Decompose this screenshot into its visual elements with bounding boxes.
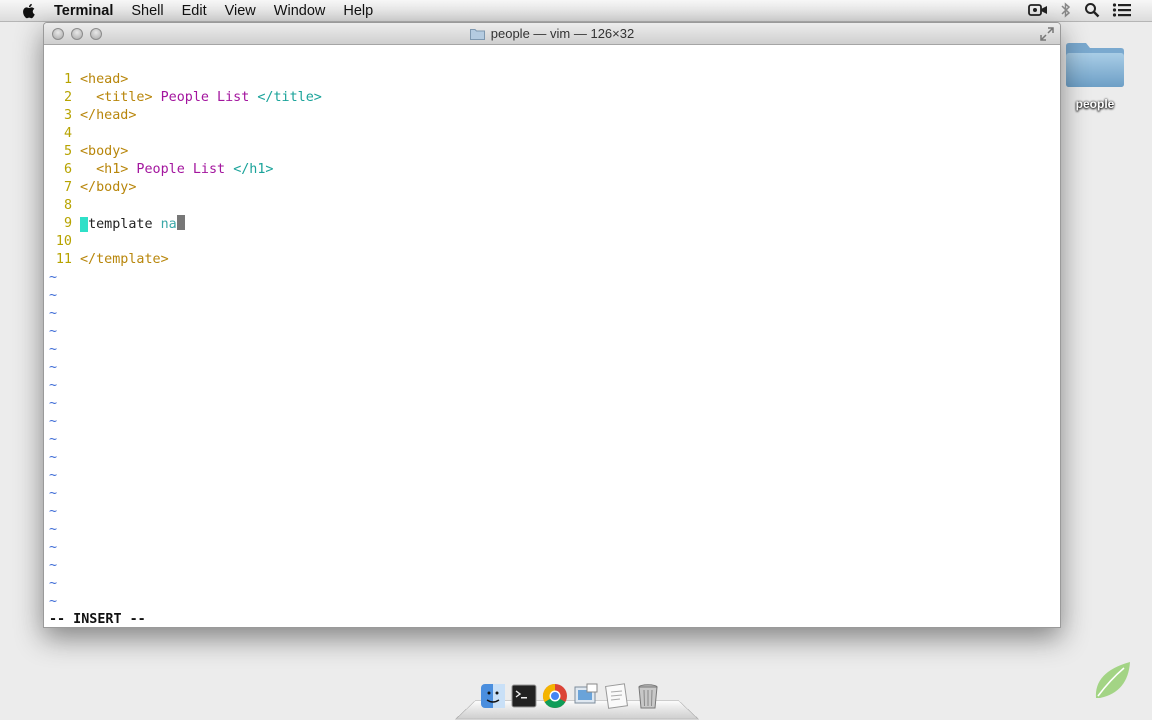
empty-line-tilde: ~: [49, 594, 58, 609]
code-token: <body>: [80, 144, 129, 159]
code-token: People List: [152, 90, 258, 105]
code-token: <h1>: [96, 162, 129, 177]
editor-line: 6 <h1> People List </h1>: [44, 161, 274, 179]
code-token: <head>: [80, 72, 129, 87]
code-token: </h1>: [233, 162, 274, 177]
desktop-folder-label: people: [1075, 97, 1115, 111]
empty-line-tilde: ~: [49, 342, 58, 357]
folder-icon: [1066, 43, 1124, 87]
trash-icon[interactable]: [635, 682, 661, 710]
code-token: </title>: [257, 90, 322, 105]
code-token: na: [160, 217, 177, 232]
desktop-folder-people[interactable]: people: [1060, 38, 1130, 111]
empty-line-tilde: ~: [49, 288, 58, 303]
window-title: people — vim — 126×32: [490, 26, 635, 41]
editor-line: 2 <title> People List </title>: [44, 89, 322, 107]
empty-line-tilde: ~: [49, 558, 58, 573]
empty-line-tilde: ~: [49, 396, 58, 411]
code-token: <: [80, 217, 89, 232]
line-number: 6: [63, 162, 72, 177]
editor-line: 11 </template>: [44, 251, 169, 269]
editor-line: 4: [44, 125, 72, 143]
line-code: <h1> People List </h1>: [80, 161, 274, 179]
dock: [454, 682, 700, 720]
editor-line: 9 <template na: [44, 215, 185, 233]
line-code: <template na: [80, 215, 185, 234]
line-code: <head>: [80, 71, 128, 89]
spotlight-search-icon[interactable]: [1084, 2, 1100, 18]
code-token: <title>: [96, 90, 153, 105]
line-number: 1: [63, 72, 72, 87]
vim-mode-indicator: -- INSERT --: [49, 612, 146, 627]
editor-line: 3 </head>: [44, 107, 137, 125]
line-number: 3: [63, 108, 72, 123]
line-number: 8: [63, 198, 72, 213]
line-code: </template>: [80, 251, 169, 269]
editor-line: 5 <body>: [44, 143, 128, 161]
minimize-button[interactable]: [71, 28, 83, 40]
empty-line-tilde: ~: [49, 486, 58, 501]
menu-bar: Terminal Shell Edit View Window Help: [0, 0, 1152, 22]
chrome-icon[interactable]: [542, 682, 568, 710]
terminal-icon[interactable]: [511, 682, 537, 710]
empty-line-tilde: ~: [49, 522, 58, 537]
line-number: 5: [63, 144, 72, 159]
code-token: </body>: [80, 180, 137, 195]
finder-icon[interactable]: [480, 682, 506, 710]
empty-line-tilde: ~: [49, 432, 58, 447]
code-token: </head>: [80, 108, 137, 123]
line-code: <body>: [80, 143, 128, 161]
empty-line-tilde: ~: [49, 306, 58, 321]
screen-record-icon[interactable]: [1028, 2, 1048, 18]
menu-view[interactable]: View: [225, 3, 256, 19]
empty-line-tilde: ~: [49, 414, 58, 429]
menu-window[interactable]: Window: [274, 3, 326, 19]
editor-line: 7 </body>: [44, 179, 137, 197]
empty-line-tilde: ~: [49, 504, 58, 519]
empty-line-tilde: ~: [49, 324, 58, 339]
editor-line: 10: [44, 233, 72, 251]
window-titlebar[interactable]: people — vim — 126×32: [44, 23, 1060, 45]
empty-line-tilde: ~: [49, 540, 58, 555]
line-code: </head>: [80, 107, 136, 125]
line-code: </body>: [80, 179, 136, 197]
text-cursor: [176, 215, 185, 230]
menu-shell[interactable]: Shell: [131, 3, 163, 19]
line-number: 2: [63, 90, 72, 105]
empty-line-tilde: ~: [49, 576, 58, 591]
notification-center-icon[interactable]: [1112, 2, 1132, 18]
textedit-icon[interactable]: [604, 682, 630, 710]
empty-line-tilde: ~: [49, 378, 58, 393]
editor-line: 1 <head>: [44, 71, 128, 89]
empty-line-tilde: ~: [49, 270, 58, 285]
fullscreen-icon[interactable]: [1040, 27, 1054, 41]
leaf-logo-icon: [1095, 662, 1130, 698]
line-number: 9: [63, 216, 72, 231]
bluetooth-icon[interactable]: [1060, 2, 1072, 18]
preview-icon[interactable]: [573, 682, 599, 710]
menu-help[interactable]: Help: [343, 3, 373, 19]
empty-line-tilde: ~: [49, 468, 58, 483]
line-number: 11: [55, 252, 72, 267]
line-code: <title> People List </title>: [80, 89, 322, 107]
vim-editor[interactable]: 1 <head> 2 <title> People List </title> 3 </…: [44, 46, 1060, 627]
code-token: template: [88, 217, 161, 232]
editor-line: 8: [44, 197, 72, 215]
code-token: </template>: [80, 252, 169, 267]
folder-icon: [469, 28, 485, 40]
code-token: People List: [128, 162, 234, 177]
line-number: 10: [55, 234, 72, 249]
line-number: 4: [63, 126, 72, 141]
empty-line-tilde: ~: [49, 450, 58, 465]
menu-edit[interactable]: Edit: [182, 3, 207, 19]
terminal-window: people — vim — 126×32 1 <head> 2 <title> P…: [43, 22, 1061, 628]
close-button[interactable]: [52, 28, 64, 40]
line-number: 7: [63, 180, 72, 195]
empty-line-tilde: ~: [49, 360, 58, 375]
menu-terminal[interactable]: Terminal: [54, 3, 113, 19]
zoom-button[interactable]: [90, 28, 102, 40]
apple-icon[interactable]: [20, 2, 38, 20]
